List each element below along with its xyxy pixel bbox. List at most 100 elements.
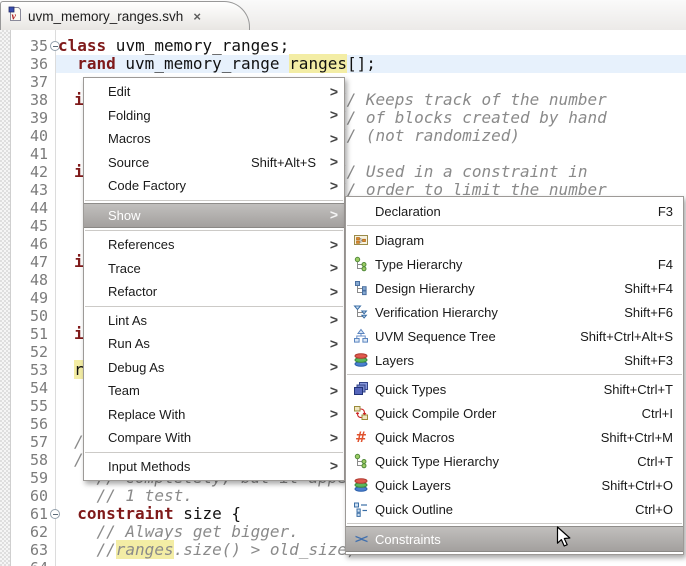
shortcut-label: Ctrl+O [635,501,673,517]
menu-item-label: Design Hierarchy [375,280,475,296]
menu-item-macros[interactable]: Macros > [84,127,344,151]
svg-text:#: # [355,430,367,445]
menu-item-type-hierarchy[interactable]: Type Hierarchy F4 [346,252,683,276]
code-text: class uvm_memory_ranges; [58,36,290,55]
tab-title: uvm_memory_ranges.svh [28,8,184,24]
ide-window: v uvm_memory_ranges.svh × 35 class uvm_me… [0,0,686,566]
menu-item-label: References [108,237,175,253]
menu-item-input-methods[interactable]: Input Methods > [84,455,344,479]
menu-item-label: Macros [108,131,151,147]
line-number: 44 [29,199,48,217]
line-number: 38 [29,91,48,109]
menu-item-label: Edit [108,84,131,100]
menu-item-debug-as[interactable]: Debug As > [84,356,344,380]
submenu-arrow-icon: > [329,177,338,194]
menu-item-layers[interactable]: Layers Shift+F3 [346,348,683,372]
context-menu: Edit > Folding > Macros > Source Shift+Alt+S > Co… [83,77,345,481]
quick-layers-icon [352,477,370,493]
menu-item-label: Constraints [375,531,441,547]
menu-item-label: Layers [375,352,415,368]
line-number: 47 [29,253,48,271]
menu-item-replace-with[interactable]: Replace With > [84,403,344,427]
line-number: 40 [29,127,48,145]
menu-item-edit[interactable]: Edit > [84,80,344,104]
code-text: //ranges.size() > old_size; [96,540,357,559]
menu-item-label: Refactor [108,284,158,300]
code-comment: // (not randomized) [337,126,521,145]
submenu-arrow-icon: > [329,311,338,328]
menu-item-verification-hierarchy[interactable]: Verification Hierarchy Shift+F6 [346,300,683,324]
menu-item-label: Trace [108,260,141,276]
menu-item-label: Debug As [108,359,165,375]
menu-item-label: Replace With [108,406,186,422]
menu-item-quick-types[interactable]: Quick Types Shift+Ctrl+T [346,377,683,401]
code-line[interactable]: 35 class uvm_memory_ranges; [0,36,686,56]
menu-item-label: UVM Sequence Tree [375,328,496,344]
menu-item-declaration[interactable]: Declaration F3 [346,199,683,223]
menu-item-quick-outline[interactable]: Quick Outline Ctrl+O [346,497,683,521]
menu-item-references[interactable]: References > [84,233,344,257]
line-number: 37 [29,73,48,91]
code-comment: // of blocks created by hand [337,108,607,127]
tab-uvm-memory-ranges[interactable]: v uvm_memory_ranges.svh × [0,1,250,30]
submenu-arrow-icon: > [329,429,338,446]
line-number: 62 [29,523,48,541]
line-number: 48 [29,271,48,289]
menu-item-team[interactable]: Team > [84,379,344,403]
line-number: 43 [29,181,48,199]
menu-item-label: Quick Outline [375,501,454,517]
menu-item-show[interactable]: Show > [84,202,344,228]
code-line[interactable]: 36 rand uvm_memory_range ranges[]; [0,54,686,73]
shortcut-label: Ctrl+T [637,453,673,469]
quick-compile-order-icon [352,405,370,421]
submenu-arrow-icon: > [329,382,338,399]
submenu-arrow-icon: > [329,236,338,253]
menu-item-lint-as[interactable]: Lint As > [84,309,344,333]
menu-item-label: Folding [108,107,151,123]
menu-item-refactor[interactable]: Refactor > [84,280,344,304]
menu-item-source[interactable]: Source Shift+Alt+S > [84,151,344,175]
menu-item-quick-macros[interactable]: # Quick Macros Shift+Ctrl+M [346,425,683,449]
menu-item-code-factory[interactable]: Code Factory > [84,174,344,198]
tab-close-icon[interactable]: × [193,10,201,23]
menu-item-label: Run As [108,336,150,352]
menu-item-trace[interactable]: Trace > [84,257,344,281]
line-number: 56 [29,415,48,433]
type-hierarchy-icon [352,256,370,272]
menu-item-run-as[interactable]: Run As > [84,332,344,356]
quick-types-icon [352,381,370,397]
mouse-cursor [556,526,578,553]
menu-item-design-hierarchy[interactable]: Design Hierarchy Shift+F4 [346,276,683,300]
fold-collapse-icon[interactable] [50,509,60,519]
shortcut-label: Shift+F3 [624,352,673,368]
menu-item-uvm-sequence-tree[interactable]: UVM Sequence Tree Shift+Ctrl+Alt+S [346,324,683,348]
menu-item-constraints[interactable]: >< Constraints [346,526,683,552]
line-number: 42 [29,163,48,181]
submenu-arrow-icon: > [329,283,338,300]
line-number: 51 [29,325,48,343]
shortcut-label: F3 [657,203,673,219]
code-line[interactable]: 64 [0,559,686,566]
line-number: 46 [29,235,48,253]
menu-item-quick-type-hierarchy[interactable]: Quick Type Hierarchy Ctrl+T [346,449,683,473]
menu-item-compare-with[interactable]: Compare With > [84,426,344,450]
code-text: rand uvm_memory_range ranges[]; [77,54,376,73]
menu-item-label: Quick Types [375,381,447,397]
menu-item-diagram[interactable]: Diagram [346,228,683,252]
menu-item-label: Quick Compile Order [375,405,497,421]
show-submenu: Declaration F3 Diagram Type Hierarchy F4 Desi… [345,196,684,555]
layers-icon [352,352,370,368]
menu-item-quick-compile-order[interactable]: Quick Compile Order Ctrl+I [346,401,683,425]
submenu-arrow-icon: > [329,106,338,123]
line-number: 60 [29,487,48,505]
uvm-sequence-tree-icon [352,328,370,344]
menu-item-folding[interactable]: Folding > [84,104,344,128]
shortcut-label: Shift+F6 [624,304,673,320]
menu-item-quick-layers[interactable]: Quick Layers Shift+Ctrl+O [346,473,683,497]
shortcut-label: Ctrl+I [641,405,673,421]
line-number: 50 [29,307,48,325]
svg-text:v: v [12,11,17,22]
line-number: 59 [29,469,48,487]
submenu-arrow-icon: > [329,83,338,100]
line-number: 57 [29,433,48,451]
